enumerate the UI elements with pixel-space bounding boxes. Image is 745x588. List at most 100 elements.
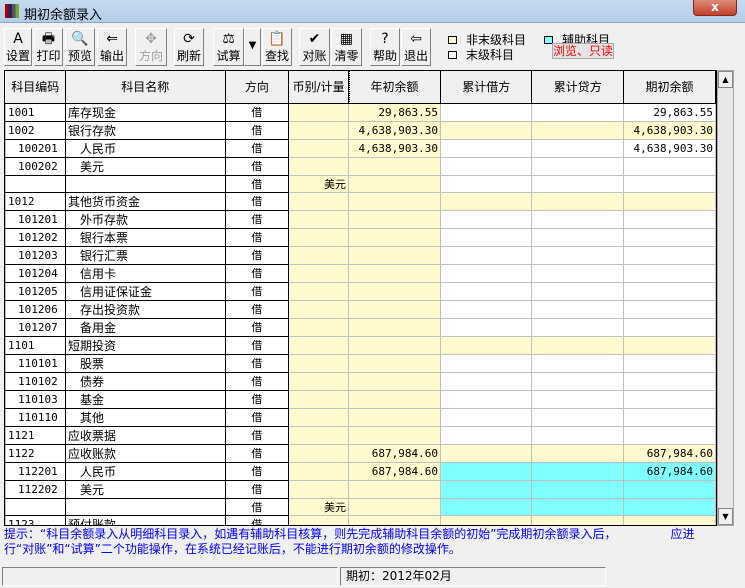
table-row[interactable]: 110110 其他借 <box>5 408 716 427</box>
cell-cr[interactable] <box>531 192 624 211</box>
cell-cr[interactable] <box>531 354 624 373</box>
table-row[interactable]: 110101 股票借 <box>5 354 716 373</box>
cell-dr[interactable] <box>439 139 533 158</box>
scroll-up-icon[interactable]: ▲ <box>718 71 733 88</box>
cell-cr[interactable] <box>531 228 624 247</box>
table-row[interactable]: 101201 外币存款借 <box>5 210 716 229</box>
cell-cr[interactable] <box>531 121 624 140</box>
table-row[interactable]: 101206 存出投资款借 <box>5 300 716 319</box>
cell-dr[interactable] <box>439 282 533 301</box>
cell-dr[interactable] <box>439 390 533 409</box>
balance-grid[interactable]: 科目编码 科目名称 方向 币别/计量 年初余额 累计借方 累计贷方 期初余额 1001 库存现金… <box>4 70 717 526</box>
toolbar-button-12[interactable]: ⇦ 退出 <box>401 28 431 66</box>
cell-open[interactable] <box>348 175 441 193</box>
cell-dr[interactable] <box>439 462 533 481</box>
cell-bal[interactable]: 4,638,903.30 <box>623 121 716 140</box>
cell-dr[interactable] <box>439 264 533 283</box>
cell-cur[interactable] <box>288 300 350 319</box>
cell-cur[interactable] <box>288 444 350 463</box>
cell-cr[interactable] <box>531 246 624 265</box>
cell-open[interactable]: 4,638,903.30 <box>348 139 441 158</box>
cell-dr[interactable] <box>439 354 533 373</box>
column-header[interactable]: 币别/计量 <box>287 71 350 104</box>
cell-bal[interactable]: 4,638,903.30 <box>623 139 716 158</box>
cell-bal[interactable] <box>623 354 716 373</box>
cell-cr[interactable] <box>531 318 624 337</box>
cell-cur[interactable] <box>288 264 350 283</box>
cell-cur[interactable]: 美元 <box>288 498 350 516</box>
column-header[interactable]: 年初余额 <box>348 71 441 104</box>
table-row[interactable]: 101203 银行汇票借 <box>5 246 716 265</box>
cell-cr[interactable] <box>531 300 624 319</box>
cell-cur[interactable] <box>288 210 350 229</box>
cell-open[interactable] <box>348 192 441 211</box>
cell-open[interactable]: 687,984.60 <box>348 462 441 481</box>
cell-cur[interactable] <box>288 139 350 158</box>
cell-dr[interactable] <box>439 336 533 355</box>
cell-dr[interactable] <box>439 318 533 337</box>
toolbar-button-10[interactable]: ▦ 清零 <box>331 28 362 66</box>
cell-open[interactable] <box>348 426 441 445</box>
cell-cr[interactable] <box>531 372 624 391</box>
cell-cr[interactable] <box>531 175 624 193</box>
cell-bal[interactable] <box>623 480 716 499</box>
toolbar-button-8[interactable]: 📋 查找 <box>262 28 292 66</box>
table-row[interactable]: 1122 应收账款借 687,984.60 687,984.60 <box>5 444 716 463</box>
scroll-down-icon[interactable]: ▼ <box>718 508 733 525</box>
cell-open[interactable] <box>348 157 441 176</box>
cell-bal[interactable] <box>623 426 716 445</box>
trial-balance-dropdown[interactable]: ▼ <box>244 28 261 66</box>
cell-cur[interactable] <box>288 515 350 525</box>
cell-bal[interactable] <box>623 246 716 265</box>
table-row[interactable]: 101204 信用卡借 <box>5 264 716 283</box>
cell-bal[interactable] <box>623 228 716 247</box>
cell-bal[interactable] <box>623 175 716 193</box>
column-header[interactable]: 科目名称 <box>65 71 226 104</box>
cell-cr[interactable] <box>531 336 624 355</box>
cell-dr[interactable] <box>439 444 533 463</box>
toolbar-button-2[interactable]: 🔍 预览 <box>65 28 95 66</box>
table-row[interactable]: 110102 债券借 <box>5 372 716 391</box>
cell-open[interactable] <box>348 300 441 319</box>
table-row[interactable]: 1001 库存现金借 29,863.55 29,863.55 <box>5 103 716 122</box>
cell-bal[interactable] <box>623 210 716 229</box>
cell-open[interactable] <box>348 336 441 355</box>
toolbar-button-11[interactable]: ? 帮助 <box>370 28 400 66</box>
cell-dr[interactable] <box>439 175 533 193</box>
cell-dr[interactable] <box>439 498 533 516</box>
cell-dr[interactable] <box>439 246 533 265</box>
cell-open[interactable] <box>348 498 441 516</box>
cell-cr[interactable] <box>531 462 624 481</box>
cell-bal[interactable] <box>623 318 716 337</box>
cell-open[interactable]: 4,638,903.30 <box>348 121 441 140</box>
column-header[interactable]: 累计借方 <box>440 71 533 104</box>
table-row[interactable]: 1002 银行存款借 4,638,903.30 4,638,903.30 <box>5 121 716 140</box>
cell-dr[interactable] <box>439 480 533 499</box>
table-row[interactable]: 1101 短期投资借 <box>5 336 716 355</box>
cell-open[interactable]: 29,863.55 <box>348 103 441 122</box>
cell-cr[interactable] <box>531 103 624 122</box>
cell-open[interactable] <box>348 246 441 265</box>
table-row[interactable]: 101205 信用证保证金借 <box>5 282 716 301</box>
cell-bal[interactable] <box>623 408 716 427</box>
cell-cur[interactable] <box>288 228 350 247</box>
vertical-scrollbar[interactable]: ▲ ▼ <box>717 70 734 526</box>
table-row[interactable]: 借美元 <box>5 498 716 516</box>
cell-cur[interactable] <box>288 480 350 499</box>
cell-bal[interactable] <box>623 192 716 211</box>
cell-dr[interactable] <box>439 408 533 427</box>
cell-bal[interactable] <box>623 372 716 391</box>
cell-cr[interactable] <box>531 282 624 301</box>
toolbar-button-5[interactable]: ⟳ 刷新 <box>174 28 204 66</box>
cell-open[interactable] <box>348 318 441 337</box>
cell-cur[interactable] <box>288 282 350 301</box>
cell-cr[interactable] <box>531 480 624 499</box>
cell-open[interactable] <box>348 354 441 373</box>
column-header[interactable]: 累计贷方 <box>531 71 624 104</box>
cell-bal[interactable]: 687,984.60 <box>623 444 716 463</box>
cell-open[interactable] <box>348 228 441 247</box>
table-row[interactable]: 112202 美元借 <box>5 480 716 499</box>
cell-cr[interactable] <box>531 426 624 445</box>
cell-bal[interactable]: 29,863.55 <box>623 103 716 122</box>
cell-open[interactable]: 687,984.60 <box>348 444 441 463</box>
